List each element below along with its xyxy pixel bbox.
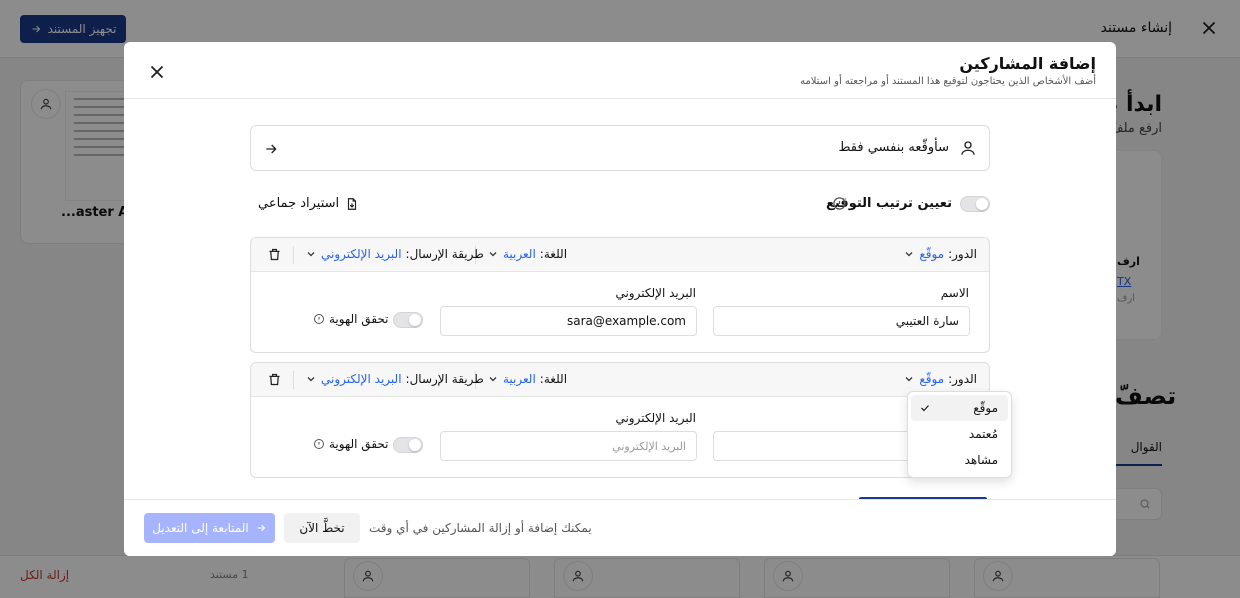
- role-dropdown-menu: موقّع مُعتمد مشاهد: [907, 391, 1012, 478]
- dialog-header: إضافة المشاركين أضف الأشخاص الذين يحتاجو…: [124, 42, 1116, 99]
- role-option-label: موقّع: [973, 401, 998, 415]
- role-option-viewer[interactable]: مشاهد: [911, 447, 1008, 473]
- delivery-method-select[interactable]: طريقة الإرسال: البريد الإلكتروني: [305, 247, 484, 261]
- participant-card: الدور: موقّع اللغة: العربية طريقة الإرسا…: [250, 362, 990, 478]
- identity-verification-label: تحقق الهوية: [329, 437, 389, 451]
- identity-verification-toggle[interactable]: [393, 437, 423, 453]
- language-label: اللغة:: [539, 247, 568, 261]
- identity-verification: تحقق الهوية: [313, 437, 388, 451]
- name-field[interactable]: سارة العتيبي: [713, 306, 970, 336]
- info-icon[interactable]: [313, 438, 325, 450]
- identity-verification: تحقق الهوية: [313, 312, 388, 326]
- role-select[interactable]: الدور: موقّع: [903, 372, 977, 386]
- chevron-down-icon: [903, 373, 915, 385]
- role-select[interactable]: الدور: موقّع: [903, 247, 977, 261]
- chevron-down-icon: [487, 373, 499, 385]
- add-participants-dialog: إضافة المشاركين أضف الأشخاص الذين يحتاجو…: [124, 42, 1116, 556]
- footer-note: يمكنك إضافة أو إزالة المشاركين في أي وقت: [369, 521, 592, 535]
- signing-order-toggle[interactable]: [960, 196, 990, 212]
- email-field-label: البريد الإلكتروني: [615, 286, 696, 300]
- arrow-left-icon: [255, 522, 267, 534]
- trash-icon[interactable]: [267, 247, 282, 262]
- chevron-down-icon: [305, 248, 317, 260]
- role-option-label: مشاهد: [964, 453, 998, 467]
- language-label: اللغة:: [539, 372, 568, 386]
- dialog-footer: المتابعة إلى التعديل تخطَّ الآن يمكنك إض…: [124, 499, 1116, 556]
- language-value: العربية: [503, 247, 536, 261]
- chevron-down-icon: [305, 373, 317, 385]
- bulk-import-label: استيراد جماعي: [258, 196, 340, 211]
- name-field-label: الاسم: [940, 286, 969, 300]
- language-select[interactable]: اللغة: العربية: [487, 247, 567, 261]
- email-field-label: البريد الإلكتروني: [615, 411, 696, 425]
- language-value: العربية: [503, 372, 536, 386]
- info-icon[interactable]: [832, 196, 847, 211]
- dialog-title: إضافة المشاركين: [959, 54, 1096, 73]
- role-option-approver[interactable]: مُعتمد: [911, 421, 1008, 447]
- skip-button[interactable]: تخطَّ الآن: [284, 513, 360, 543]
- self-sign-option[interactable]: سأوقّعه بنفسي فقط: [250, 125, 990, 171]
- user-icon: [959, 139, 977, 157]
- role-option-signer[interactable]: موقّع: [911, 395, 1008, 421]
- trash-icon[interactable]: [267, 372, 282, 387]
- email-field[interactable]: sara@example.com: [440, 306, 697, 336]
- participant-card: الدور: موقّع اللغة: العربية طريقة الإرسا…: [250, 237, 990, 353]
- identity-verification-label: تحقق الهوية: [329, 312, 389, 326]
- role-label: الدور:: [948, 247, 977, 261]
- delivery-method-label: طريقة الإرسال:: [405, 372, 484, 386]
- language-select[interactable]: اللغة: العربية: [487, 372, 567, 386]
- close-icon[interactable]: [146, 61, 168, 83]
- delivery-method-label: طريقة الإرسال:: [405, 247, 484, 261]
- bulk-import-button[interactable]: استيراد جماعي: [258, 196, 359, 211]
- email-field[interactable]: البريد الإلكتروني: [440, 431, 697, 461]
- chevron-down-icon: [903, 248, 915, 260]
- participant-header: الدور: موقّع اللغة: العربية طريقة الإرسا…: [251, 363, 989, 397]
- chevron-down-icon: [487, 248, 499, 260]
- arrow-right-icon: [263, 141, 279, 157]
- role-label: الدور:: [948, 372, 977, 386]
- participant-header: الدور: موقّع اللغة: العربية طريقة الإرسا…: [251, 238, 989, 272]
- dialog-subtitle: أضف الأشخاص الذين يحتاجون لتوقيع هذا الم…: [800, 76, 1096, 87]
- divider: [293, 371, 294, 389]
- role-option-label: مُعتمد: [968, 427, 998, 441]
- delivery-method-value: البريد الإلكتروني: [321, 247, 402, 261]
- self-sign-label: سأوقّعه بنفسي فقط: [838, 140, 949, 155]
- continue-to-edit-button[interactable]: المتابعة إلى التعديل: [144, 513, 275, 543]
- continue-label: المتابعة إلى التعديل: [152, 521, 249, 535]
- delivery-method-value: البريد الإلكتروني: [321, 372, 402, 386]
- divider: [293, 246, 294, 264]
- role-value: موقّع: [919, 372, 945, 386]
- identity-verification-toggle[interactable]: [393, 312, 423, 328]
- role-value: موقّع: [919, 247, 945, 261]
- file-import-icon: [345, 197, 359, 211]
- info-icon[interactable]: [313, 313, 325, 325]
- check-icon: [919, 402, 931, 414]
- delivery-method-select[interactable]: طريقة الإرسال: البريد الإلكتروني: [305, 372, 484, 386]
